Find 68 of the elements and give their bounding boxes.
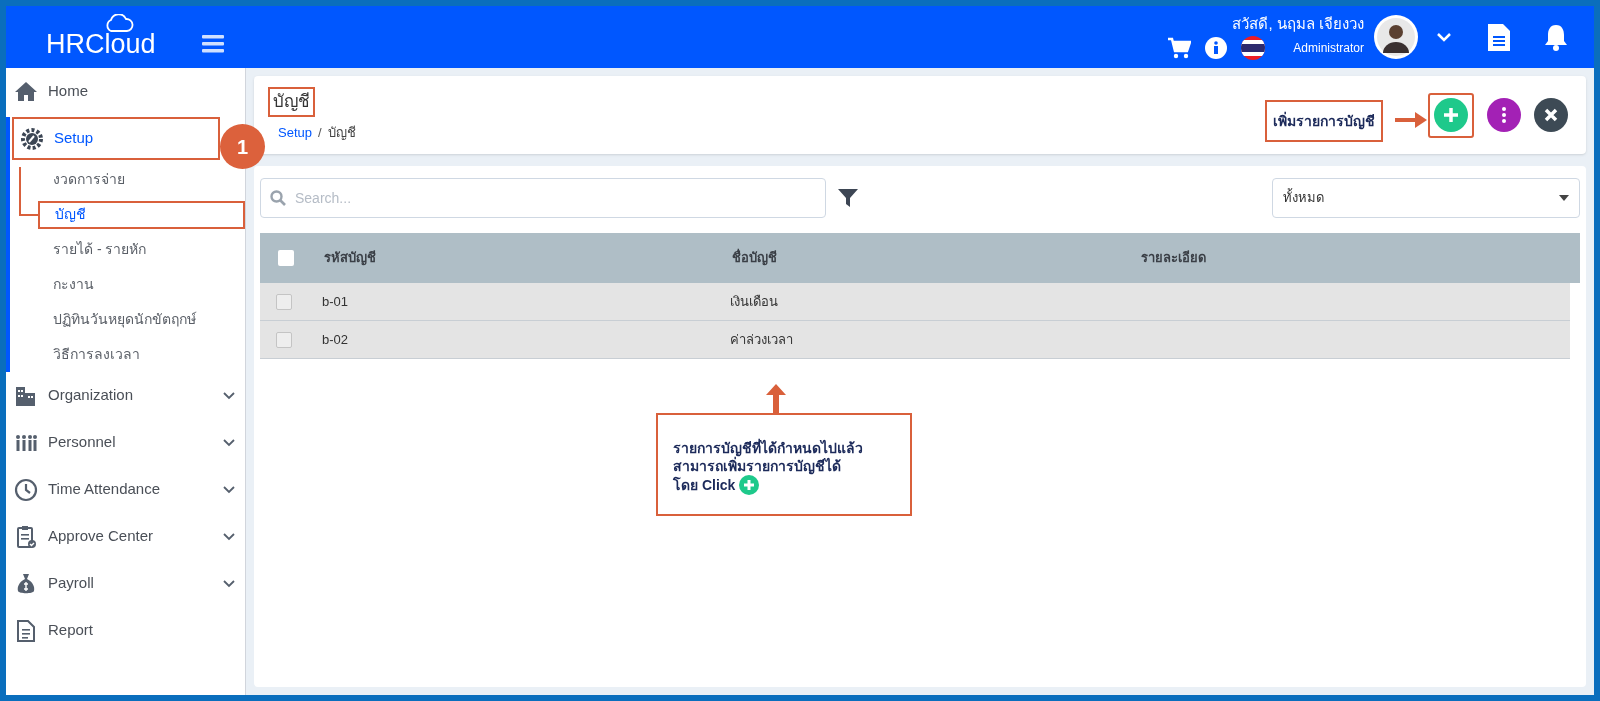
callout-text: สามารถเพิ่มรายการบัญชีได้ (673, 457, 841, 475)
sidebar-item[interactable]: Setup (12, 117, 220, 160)
arrow-right-icon (1395, 110, 1427, 130)
table-cell-text: เงินเดือน (730, 292, 779, 311)
sidebar-item[interactable]: Home (6, 68, 245, 115)
sidebar-item[interactable]: Time Attendance (6, 466, 245, 513)
user-role: Administrator (1293, 40, 1364, 57)
page-title: บัญชี (268, 87, 315, 118)
row-checkbox[interactable] (276, 331, 292, 348)
column-header: รายละเอียด (1141, 249, 1207, 268)
sidebar-subitem[interactable]: วิธีการลงเวลา (38, 337, 245, 372)
chevron-down-icon (223, 438, 235, 447)
column-header: รหัสบัญชี (324, 249, 377, 268)
chevron-down-icon[interactable] (1436, 32, 1452, 42)
filter-dropdown[interactable]: ทั้งหมด (1272, 178, 1580, 218)
home-icon (14, 79, 38, 104)
info-icon[interactable] (1205, 37, 1228, 59)
sidebar-item[interactable]: Payroll (6, 560, 245, 607)
logo-text: HRCloud (46, 28, 156, 60)
search-icon (270, 190, 286, 206)
close-icon (1544, 108, 1558, 122)
sidebar-item[interactable]: Approve Center (6, 513, 245, 560)
chevron-down-icon (223, 579, 235, 588)
select-all-checkbox[interactable] (278, 250, 294, 266)
close-button[interactable] (1534, 98, 1568, 132)
annotation-label: เพิ่มรายการบัญชี (1265, 100, 1383, 142)
more-vertical-icon (1502, 107, 1506, 123)
bell-icon[interactable] (1544, 23, 1568, 51)
table-row[interactable]: b-01 เงินเดือน (260, 283, 1570, 321)
document-icon[interactable] (1488, 23, 1510, 51)
breadcrumb-link[interactable]: Setup (278, 123, 312, 143)
filter-icon[interactable] (838, 188, 858, 208)
table-cell-text: ค่าล่วงเวลา (730, 330, 794, 349)
cart-icon[interactable] (1167, 37, 1192, 59)
column-header: ชื่อบัญชี (732, 248, 778, 268)
connector-line (18, 167, 38, 217)
breadcrumb-separator: / (318, 124, 322, 143)
callout-text: รายการบัญชีที่ได้กำหนดไปแล้ว (673, 439, 863, 457)
document-icon (14, 618, 38, 643)
sidebar-item[interactable]: Organization (6, 372, 245, 419)
chevron-down-icon (223, 391, 235, 400)
clock-icon (14, 477, 38, 502)
menu-icon[interactable] (202, 35, 224, 53)
sidebar-item[interactable]: Report (6, 607, 245, 654)
user-greeting: สวัสดี, นฤมล เจียงวง (1232, 14, 1364, 34)
flag-icon[interactable] (1241, 36, 1266, 60)
table-cell-text: b-01 (322, 292, 350, 311)
chevron-down-icon (223, 532, 235, 541)
chevron-down-icon (223, 485, 235, 494)
sidebar-subitem[interactable]: กะงาน (38, 267, 245, 302)
caret-down-icon (1559, 195, 1569, 201)
table-row[interactable]: b-02 ค่าล่วงเวลา (260, 321, 1570, 359)
sidebar-subitem[interactable]: รายได้ - รายหัก (38, 232, 245, 267)
breadcrumb-current: บัญชี (327, 124, 356, 143)
more-button[interactable] (1487, 98, 1521, 132)
plus-circle-icon (739, 475, 760, 495)
callout-text: โดย Click (673, 476, 736, 494)
table-cell-text: b-02 (322, 330, 350, 349)
sidebar-subitem[interactable]: บัญชี (38, 200, 245, 229)
gear-icon (20, 126, 44, 151)
clipboard-icon (14, 524, 38, 549)
search-field[interactable]: Search... (260, 178, 826, 218)
sidebar-item[interactable]: Personnel (6, 419, 245, 466)
row-checkbox[interactable] (276, 293, 292, 310)
plus-icon (1443, 107, 1459, 123)
sidebar-subitem[interactable]: ปฏิทินวันหยุดนักขัตฤกษ์ (38, 302, 245, 337)
cloud-icon (104, 14, 134, 32)
avatar-icon[interactable] (1374, 15, 1418, 59)
